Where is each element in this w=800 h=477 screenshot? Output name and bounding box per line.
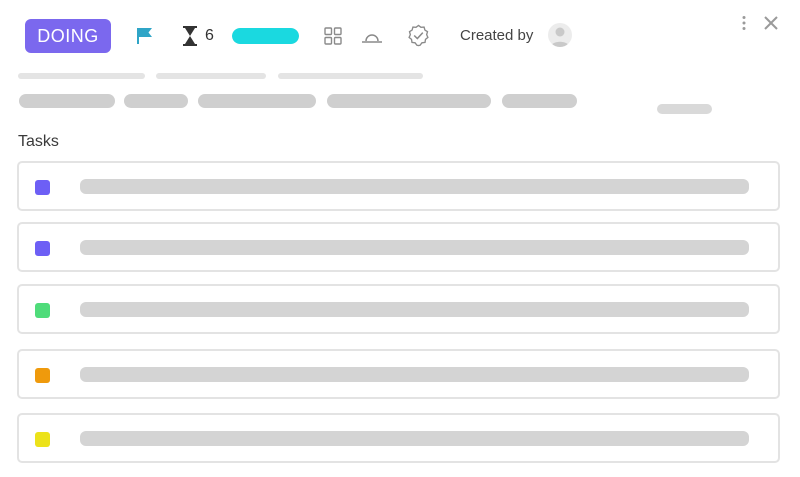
task-name-skeleton <box>80 240 749 255</box>
loop-icon[interactable] <box>361 29 383 45</box>
flag-icon[interactable] <box>136 27 154 45</box>
check-circle-icon[interactable] <box>407 24 430 47</box>
created-by-label: Created by <box>460 27 534 44</box>
skeleton-line <box>18 73 145 79</box>
task-status-square[interactable] <box>35 368 50 383</box>
skeleton-line <box>278 73 423 79</box>
skeleton-chip <box>198 94 316 108</box>
task-name-skeleton <box>80 367 749 382</box>
hourglass-icon[interactable] <box>183 26 197 46</box>
status-button[interactable]: DOING <box>25 19 111 53</box>
task-name-skeleton <box>80 302 749 317</box>
close-icon[interactable] <box>763 15 779 31</box>
time-estimate-count: 6 <box>205 27 214 44</box>
progress-bar[interactable] <box>232 28 299 44</box>
progress-fill <box>232 28 299 44</box>
task-status-square[interactable] <box>35 241 50 256</box>
skeleton-chip <box>124 94 188 108</box>
task-status-square[interactable] <box>35 432 50 447</box>
skeleton-chip <box>502 94 577 108</box>
task-name-skeleton <box>80 431 749 446</box>
kebab-menu-icon[interactable] <box>740 15 748 31</box>
skeleton-chip <box>327 94 491 108</box>
task-row[interactable] <box>17 161 780 211</box>
task-row[interactable] <box>17 413 780 463</box>
task-status-square[interactable] <box>35 180 50 195</box>
skeleton-chip <box>19 94 115 108</box>
task-row[interactable] <box>17 349 780 399</box>
tasks-section-title: Tasks <box>18 133 59 150</box>
task-header: DOING 6 Created by <box>0 0 800 120</box>
avatar-icon[interactable] <box>548 23 572 47</box>
grid-icon[interactable] <box>324 27 342 45</box>
task-row[interactable] <box>17 284 780 334</box>
task-status-square[interactable] <box>35 303 50 318</box>
task-name-skeleton <box>80 179 749 194</box>
task-row[interactable] <box>17 222 780 272</box>
skeleton-chip <box>657 104 712 114</box>
skeleton-line <box>156 73 266 79</box>
